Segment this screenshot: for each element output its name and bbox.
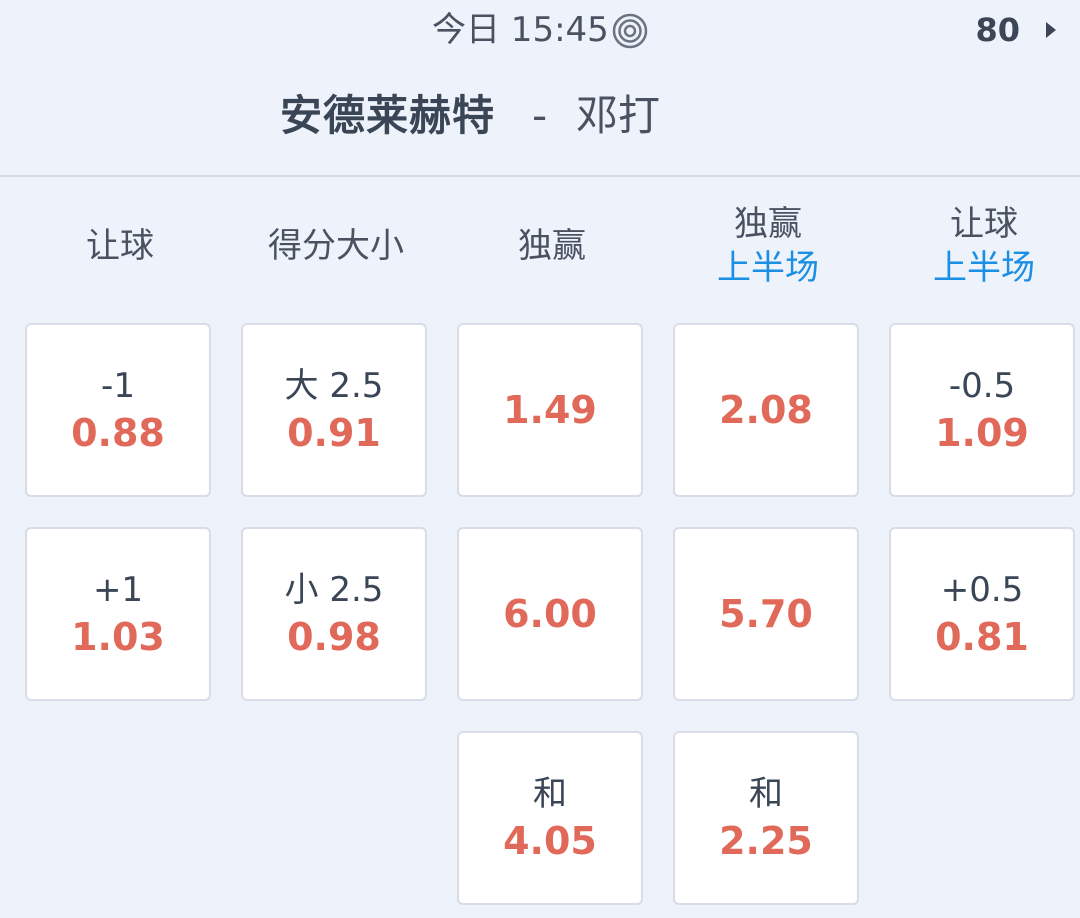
odds-value: 4.05: [503, 819, 597, 863]
draw-label: 和: [533, 774, 567, 814]
column-title: 让球: [86, 226, 154, 266]
odds-cell-moneyline-away[interactable]: 6.00: [457, 527, 643, 701]
team-separator: -: [532, 91, 548, 140]
column-subtitle: 上半场: [717, 248, 819, 288]
odds-value: 1.09: [935, 411, 1029, 455]
odds-cell-h1-moneyline-home[interactable]: 2.08: [673, 323, 859, 497]
match-header: 今日 15:45 80 安德莱赫特 - 邓打: [0, 0, 1080, 176]
column-header-handicap: 让球: [25, 196, 215, 296]
column-title: 独赢: [518, 226, 586, 266]
odds-cell-handicap-away[interactable]: +1 1.03: [25, 527, 211, 701]
time-row: 今日 15:45 80: [0, 8, 1080, 52]
odds-value: 0.88: [71, 411, 165, 455]
column-title: 得分大小: [268, 226, 404, 266]
chevron-right-icon[interactable]: [1044, 20, 1058, 40]
odds-cell-h1-moneyline-away[interactable]: 5.70: [673, 527, 859, 701]
column-header-h1-moneyline: 独赢 上半场: [673, 196, 863, 296]
away-team: 邓打: [576, 91, 661, 140]
column-subtitle: 上半场: [933, 248, 1035, 288]
column-header-moneyline: 独赢: [457, 196, 647, 296]
odds-cell-total-under[interactable]: 小 2.5 0.98: [241, 527, 427, 701]
odds-value: 0.81: [935, 615, 1029, 659]
total-line: 大 2.5: [284, 366, 384, 406]
total-line: 小 2.5: [284, 570, 384, 610]
odds-cell-h1-handicap-home[interactable]: -0.5 1.09: [889, 323, 1075, 497]
home-team: 安德莱赫特: [280, 91, 496, 140]
odds-value: 0.98: [287, 615, 381, 659]
odds-cell-moneyline-home[interactable]: 1.49: [457, 323, 643, 497]
odds-cell-h1-moneyline-draw[interactable]: 和 2.25: [673, 731, 859, 905]
handicap-line: -1: [101, 366, 135, 406]
teams-row: 安德莱赫特 - 邓打: [0, 86, 1080, 146]
odds-cell-total-over[interactable]: 大 2.5 0.91: [241, 323, 427, 497]
handicap-line: +1: [92, 570, 144, 610]
odds-value: 6.00: [503, 592, 597, 636]
odds-cell-handicap-home[interactable]: -1 0.88: [25, 323, 211, 497]
live-target-icon: [612, 13, 648, 49]
odds-value: 5.70: [719, 592, 813, 636]
market-count[interactable]: 80: [975, 8, 1020, 52]
handicap-line: -0.5: [948, 366, 1016, 406]
odds-value: 1.49: [503, 388, 597, 432]
column-header-h1-handicap: 让球 上半场: [889, 196, 1079, 296]
column-title: 让球: [950, 204, 1018, 244]
column-header-total: 得分大小: [241, 196, 431, 296]
odds-cell-moneyline-draw[interactable]: 和 4.05: [457, 731, 643, 905]
header-divider: [0, 175, 1080, 177]
handicap-line: +0.5: [940, 570, 1024, 610]
odds-value: 0.91: [287, 411, 381, 455]
column-title: 独赢: [734, 204, 802, 244]
draw-label: 和: [749, 774, 783, 814]
match-time: 今日 15:45: [432, 10, 609, 50]
odds-cell-h1-handicap-away[interactable]: +0.5 0.81: [889, 527, 1075, 701]
odds-value: 2.25: [719, 819, 813, 863]
odds-value: 1.03: [71, 615, 165, 659]
odds-value: 2.08: [719, 388, 813, 432]
